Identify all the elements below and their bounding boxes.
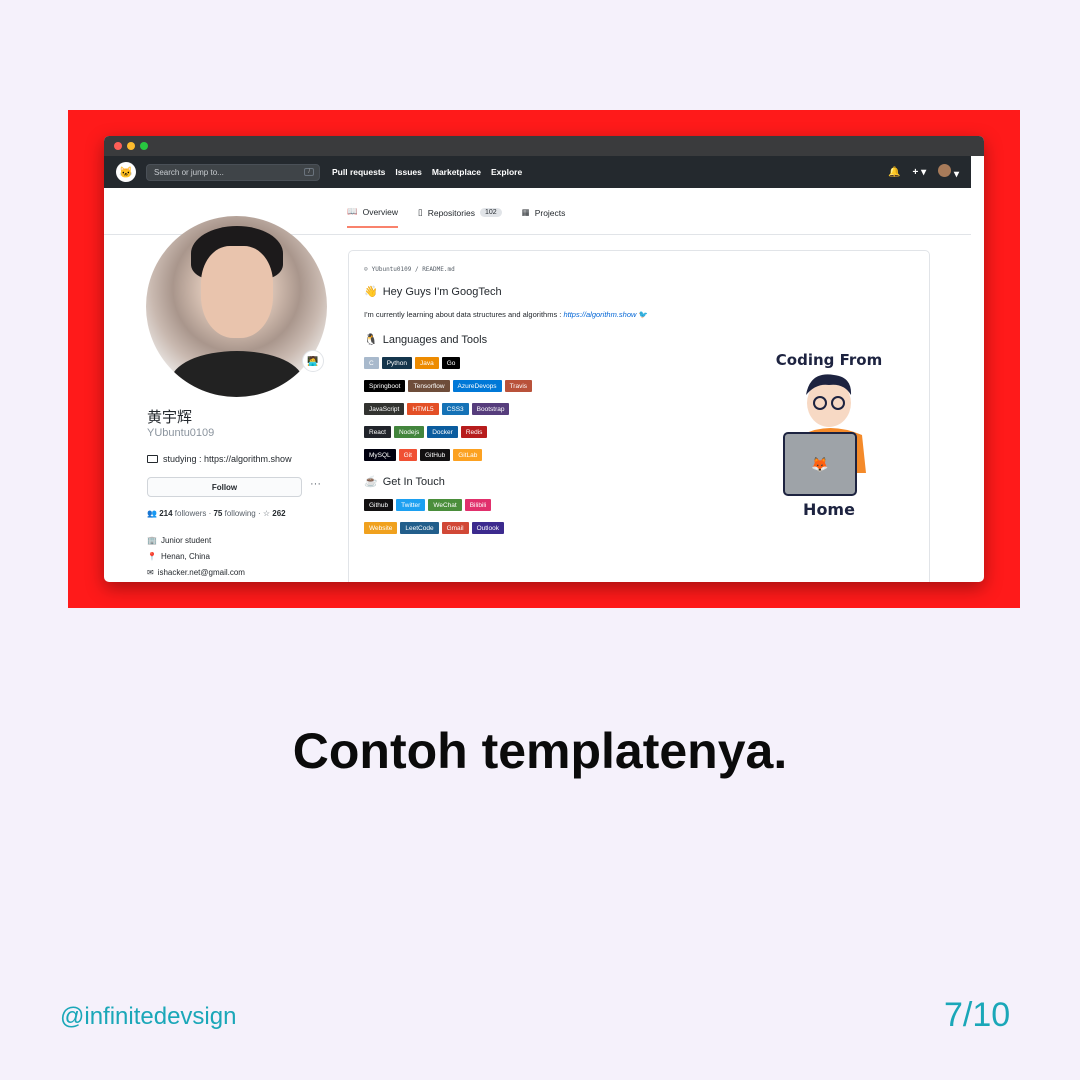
building-icon: 🏢 (147, 536, 157, 545)
red-frame: 🐱 Search or jump to... / Pull requests I… (68, 110, 1020, 608)
badge-leetcode[interactable]: LeetCode (400, 522, 439, 534)
avatar-shirt (171, 351, 303, 397)
badge-redis[interactable]: Redis (460, 426, 488, 438)
wave-icon: 👋 (364, 286, 378, 298)
badge-git[interactable]: Git (398, 449, 417, 461)
tab-overview[interactable]: 📖 Overview (347, 206, 399, 228)
location-icon: 📍 (147, 552, 157, 561)
repo-icon: ▯ (418, 207, 423, 217)
following-count[interactable]: 75 (213, 509, 222, 518)
nav-pull-requests[interactable]: Pull requests (332, 167, 385, 177)
badge-azuredevops[interactable]: AzureDevops (452, 380, 502, 392)
github-header: 🐱 Search or jump to... / Pull requests I… (104, 156, 971, 188)
avatar-face (201, 246, 273, 338)
profile-avatar[interactable] (146, 216, 327, 397)
badge-docker[interactable]: Docker (427, 426, 458, 438)
badge-wechat[interactable]: WeChat (428, 499, 462, 511)
badge-javascript[interactable]: JavaScript (364, 403, 405, 415)
profile-location: 📍 Henan, China (147, 552, 210, 561)
project-icon: ▦ (521, 207, 530, 217)
badge-react[interactable]: React (364, 426, 391, 438)
monitor-icon (147, 455, 158, 463)
smiley-icon: ☺ (364, 266, 368, 273)
coding-from-home-illustration: Coding From 🦊 Home (776, 351, 882, 519)
status-emoji-icon[interactable]: 🧑‍💻 (302, 350, 324, 372)
badge-mysql[interactable]: MySQL (364, 449, 396, 461)
coffee-icon: ☕ (364, 476, 378, 488)
badge-python[interactable]: Python (381, 357, 412, 369)
algorithm-link[interactable]: https://algorithm.show (563, 310, 636, 319)
tab-projects[interactable]: ▦ Projects (522, 206, 566, 228)
readme-greeting: 👋 Hey Guys I'm GoogTech (364, 285, 502, 299)
followers-count[interactable]: 214 (159, 509, 172, 518)
plus-menu-icon[interactable]: + ▾ (913, 167, 927, 178)
maximize-dot[interactable] (140, 142, 148, 150)
star-icon: ☆ (262, 509, 271, 518)
close-dot[interactable] (114, 142, 122, 150)
badge-github[interactable]: Github (364, 499, 394, 511)
more-options-button[interactable]: ··· (310, 478, 321, 490)
badge-bootstrap[interactable]: Bootstrap (471, 403, 510, 415)
badge-go[interactable]: Go (441, 357, 461, 369)
readme-path[interactable]: ☺ YUbuntu0109 / README.md (364, 266, 914, 273)
badge-html5[interactable]: HTML5 (407, 403, 439, 415)
bird-icon: 🐦 (638, 310, 648, 319)
badge-nodejs[interactable]: Nodejs (393, 426, 425, 438)
tux-icon: 🐧 (364, 334, 378, 346)
mail-icon: ✉ (147, 568, 154, 577)
page-indicator: 7/10 (944, 996, 1011, 1034)
slide-caption: Contoh templatenya. (292, 723, 788, 779)
badge-java[interactable]: Java (414, 357, 439, 369)
search-shortcut-key: / (304, 168, 314, 176)
readme-learning: I'm currently learning about data struct… (364, 310, 648, 319)
badge-gmail[interactable]: Gmail (441, 522, 469, 534)
profile-email[interactable]: ✉ ishacker.net@gmail.com (147, 568, 245, 577)
search-input[interactable]: Search or jump to... / (146, 163, 320, 181)
badge-gitlab[interactable]: GitLab (453, 449, 483, 461)
illustration-top-text: Coding From (776, 351, 882, 369)
header-actions: 🔔 + ▾ ▾ (888, 164, 959, 180)
badge-tensorflow[interactable]: Tensorflow (408, 380, 450, 392)
tab-repositories[interactable]: ▯ Repositories 102 (418, 206, 502, 228)
window-titlebar (104, 136, 984, 156)
badge-row: Website LeetCode Gmail Outlook (364, 522, 914, 534)
header-nav: Pull requests Issues Marketplace Explore (322, 167, 522, 177)
follow-stats: 👥 214 followers · 75 following · ☆ 262 (147, 509, 286, 518)
avatar (938, 164, 952, 177)
badge-c[interactable]: C (364, 357, 379, 369)
profile-login: YUbuntu0109 (147, 427, 215, 439)
follow-button[interactable]: Follow (147, 477, 302, 497)
github-logo-icon[interactable]: 🐱 (116, 162, 136, 182)
minimize-dot[interactable] (127, 142, 135, 150)
badge-travis[interactable]: Travis (504, 380, 533, 392)
stars-count[interactable]: 262 (272, 509, 285, 518)
book-icon: 📖 (347, 206, 358, 216)
badge-twitter[interactable]: Twitter (396, 499, 426, 511)
illustration-bottom-text: Home (803, 500, 855, 519)
badge-outlook[interactable]: Outlook (471, 522, 504, 534)
author-handle: @infinitedevsign (60, 1003, 237, 1030)
profile-bio: studying : https://algorithm.show (147, 454, 292, 464)
people-icon: 👥 (147, 509, 157, 518)
nav-issues[interactable]: Issues (395, 167, 421, 177)
user-menu[interactable]: ▾ (938, 164, 959, 180)
bell-icon[interactable]: 🔔 (888, 167, 900, 178)
badge-bilibili[interactable]: Bilibili (464, 499, 492, 511)
profile-work: 🏢 Junior student (147, 536, 212, 545)
nav-explore[interactable]: Explore (491, 167, 522, 177)
profile-name: 黄宇辉 (147, 408, 193, 426)
profile-tabs: 📖 Overview ▯ Repositories 102 ▦ Projects (347, 206, 565, 228)
badge-css3[interactable]: CSS3 (441, 403, 469, 415)
readme-card: ☺ YUbuntu0109 / README.md 👋 Hey Guys I'm… (348, 250, 930, 582)
browser-window: 🐱 Search or jump to... / Pull requests I… (104, 136, 984, 582)
nav-marketplace[interactable]: Marketplace (432, 167, 481, 177)
badge-github[interactable]: GitHub (419, 449, 451, 461)
badge-website[interactable]: Website (364, 522, 398, 534)
laptop-logo-icon: 🦊 (811, 456, 828, 472)
repo-count-badge: 102 (479, 208, 502, 217)
badge-springboot[interactable]: Springboot (364, 380, 406, 392)
